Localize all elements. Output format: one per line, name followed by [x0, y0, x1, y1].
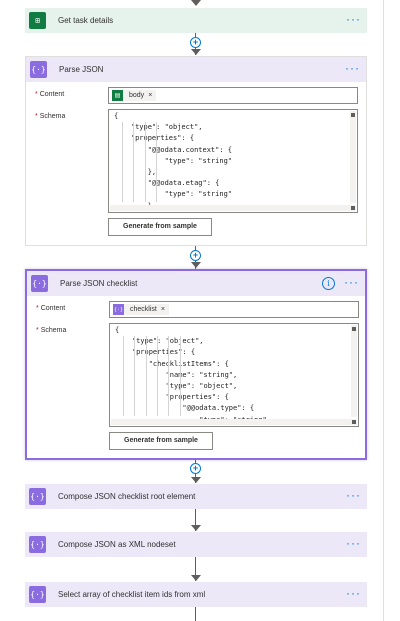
step-select-array-of-checklist-item-ids[interactable]: {·} Select array of checklist item ids f… — [25, 582, 367, 607]
braces-icon: {·} — [113, 304, 124, 315]
required-mark: * — [35, 91, 38, 98]
connector-arrow-icon — [191, 525, 201, 531]
content-input[interactable]: ▤ body × — [108, 87, 358, 104]
step-title: Parse JSON — [59, 65, 104, 74]
step-title: Compose JSON as XML nodeset — [58, 540, 176, 549]
step-compose-json-checklist-root-element[interactable]: {·} Compose JSON checklist root element … — [25, 484, 367, 509]
schema-line: "type": "string" — [164, 156, 233, 165]
horizontal-scrollbar[interactable] — [111, 419, 357, 425]
schema-label: * Schema — [35, 113, 65, 120]
content-label: * Content — [36, 305, 65, 312]
horizontal-scrollbar[interactable] — [110, 205, 356, 211]
dynamic-content-icon: ▤ — [112, 90, 123, 101]
body-token[interactable]: ▤ body × — [112, 90, 157, 101]
remove-token-icon[interactable]: × — [161, 306, 165, 313]
right-panel-divider — [383, 0, 384, 621]
step-parse-json[interactable]: {·} Parse JSON ··· * Content ▤ body × * … — [25, 56, 367, 246]
step-title: Parse JSON checklist — [60, 279, 138, 288]
step-header[interactable]: {·} Parse JSON ··· — [26, 57, 366, 82]
schema-code: { "type": "object", "properties": { "che… — [110, 324, 358, 426]
indent-guide — [180, 336, 181, 416]
schema-code: { "type": "object", "properties": { "@@o… — [109, 110, 357, 212]
schema-line: }, — [147, 168, 157, 177]
braces-icon: {·} — [31, 275, 48, 292]
step-compose-json-as-xml-nodeset[interactable]: {·} Compose JSON as XML nodeset ··· — [25, 532, 367, 557]
connector-arrow-icon — [191, 575, 201, 581]
schema-editor[interactable]: { "type": "object", "properties": { "che… — [109, 323, 359, 427]
indent-guide — [122, 122, 123, 202]
token-label: body — [129, 92, 145, 99]
step-header[interactable]: ⊞ Get task details ··· — [25, 8, 367, 33]
step-title: Get task details — [58, 16, 114, 25]
content-label-text: Content — [39, 91, 65, 98]
content-input[interactable]: {·} checklist × — [109, 301, 359, 318]
schema-line: { — [114, 112, 119, 120]
schema-label-text: Schema — [39, 113, 66, 120]
schema-line: "type": "string" — [164, 190, 233, 199]
indent-guide — [146, 336, 147, 416]
more-options-button[interactable]: ··· — [346, 13, 361, 25]
vertical-scrollbar[interactable] — [350, 111, 356, 203]
indent-guide — [145, 122, 146, 202]
add-step-plus-icon[interactable]: + — [190, 37, 201, 48]
more-options-button[interactable]: ··· — [345, 62, 360, 74]
schema-line: "type": "object", — [132, 337, 204, 346]
indent-guide — [123, 336, 124, 416]
generate-from-sample-button[interactable]: Generate from sample — [109, 432, 213, 450]
schema-line: "properties": { — [130, 134, 195, 143]
connector-line — [195, 607, 196, 621]
connector-arrow-icon — [191, 262, 201, 268]
indent-guide — [133, 122, 134, 202]
connector-arrow-icon — [191, 0, 201, 6]
content-label-text: Content — [40, 305, 66, 312]
schema-line: "@@odata.context": { — [147, 145, 233, 154]
add-step-plus-icon[interactable]: + — [190, 250, 201, 261]
braces-icon: {·} — [29, 536, 46, 553]
token-label: checklist — [130, 306, 157, 313]
step-title: Select array of checklist item ids from … — [58, 590, 206, 599]
required-mark: * — [36, 305, 39, 312]
step-parse-json-checklist[interactable]: {·} Parse JSON checklist i ··· * Content… — [25, 269, 367, 460]
info-icon[interactable]: i — [322, 277, 335, 290]
braces-icon: {·} — [29, 586, 46, 603]
schema-line: "properties": { — [165, 393, 229, 402]
schema-line: "type": "object", — [131, 123, 203, 132]
schema-editor[interactable]: { "type": "object", "properties": { "@@o… — [108, 109, 358, 213]
step-header[interactable]: {·} Parse JSON checklist i ··· — [27, 271, 365, 296]
remove-token-icon[interactable]: × — [148, 92, 152, 99]
more-options-button[interactable]: ··· — [344, 276, 359, 288]
more-options-button[interactable]: ··· — [346, 489, 361, 501]
schema-line: "checklistItems": { — [148, 359, 229, 368]
required-mark: * — [35, 113, 38, 120]
step-title: Compose JSON checklist root element — [58, 492, 196, 501]
required-mark: * — [36, 327, 39, 334]
schema-line: { — [115, 326, 120, 334]
generate-from-sample-button[interactable]: Generate from sample — [108, 218, 212, 236]
step-get-task-details[interactable]: ⊞ Get task details ··· — [25, 8, 367, 33]
planner-icon: ⊞ — [29, 12, 46, 29]
braces-icon: {·} — [29, 488, 46, 505]
more-options-button[interactable]: ··· — [346, 587, 361, 599]
schema-label: * Schema — [36, 327, 66, 334]
indent-guide — [157, 336, 158, 416]
schema-label-text: Schema — [40, 327, 67, 334]
indent-guide — [134, 336, 135, 416]
schema-line: "@@odata.type": { — [182, 404, 255, 413]
add-step-plus-icon[interactable]: + — [190, 463, 201, 474]
connector-arrow-icon — [191, 477, 201, 483]
content-label: * Content — [35, 91, 64, 98]
more-options-button[interactable]: ··· — [346, 537, 361, 549]
checklist-token[interactable]: {·} checklist × — [113, 304, 169, 315]
connector-arrow-icon — [191, 49, 201, 55]
indent-guide — [168, 336, 169, 416]
braces-icon: {·} — [30, 61, 47, 78]
vertical-scrollbar[interactable] — [351, 325, 357, 417]
schema-line: "@@odata.etag": { — [147, 179, 220, 188]
schema-line: "properties": { — [131, 348, 196, 357]
indent-guide — [156, 122, 157, 202]
